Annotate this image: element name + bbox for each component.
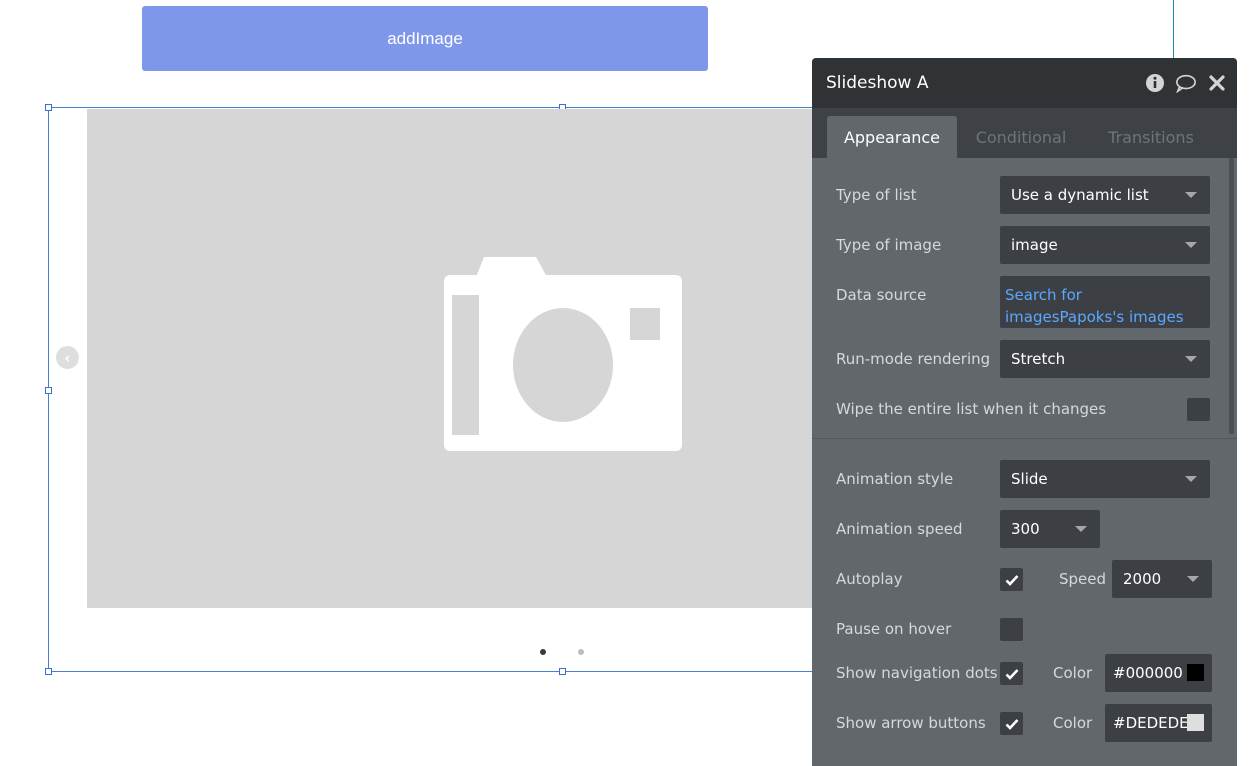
- chevron-down-icon: [1075, 526, 1087, 532]
- panel-title: Slideshow A: [826, 73, 929, 93]
- nav-dots-color-label: Color: [1053, 664, 1093, 682]
- speed-label: Speed: [1059, 570, 1107, 588]
- previous-arrow-button[interactable]: ‹: [56, 346, 79, 369]
- nav-dot-active[interactable]: [540, 649, 546, 655]
- info-icon[interactable]: [1144, 72, 1166, 94]
- row-show-nav-dots: Show navigation dots Color #000000: [812, 654, 1237, 694]
- checkmark-icon: [1005, 574, 1018, 586]
- panel-tabs: Appearance Conditional Transitions: [812, 108, 1237, 158]
- arrows-color-label: Color: [1053, 714, 1093, 732]
- chevron-down-icon: [1187, 576, 1199, 582]
- show-nav-dots-checkbox[interactable]: [1000, 662, 1023, 685]
- animation-style-dropdown[interactable]: Slide: [1000, 460, 1210, 498]
- speed-value: 2000: [1123, 570, 1162, 588]
- comment-icon[interactable]: [1175, 72, 1197, 94]
- property-editor-panel: Slideshow A Appearance Conditional Trans…: [812, 58, 1237, 766]
- run-mode-label: Run-mode rendering: [836, 350, 991, 368]
- row-autoplay: Autoplay Speed 2000: [812, 560, 1237, 600]
- wipe-list-checkbox[interactable]: [1187, 398, 1210, 421]
- animation-style-value: Slide: [1011, 470, 1048, 488]
- row-data-source: Data source Search for imagesPapoks's im…: [812, 276, 1237, 328]
- animation-speed-value: 300: [1011, 520, 1040, 538]
- nav-dots-color-value: #000000: [1113, 664, 1183, 682]
- type-of-list-value: Use a dynamic list: [1011, 186, 1149, 204]
- show-arrows-checkbox[interactable]: [1000, 712, 1023, 735]
- type-of-image-label: Type of image: [836, 236, 942, 254]
- data-source-label: Data source: [836, 286, 927, 304]
- type-of-image-value: image: [1011, 236, 1058, 254]
- autoplay-label: Autoplay: [836, 570, 903, 588]
- slide-image-placeholder: [87, 109, 817, 608]
- type-of-image-dropdown[interactable]: image: [1000, 226, 1210, 264]
- chevron-down-icon: [1185, 192, 1197, 198]
- animation-speed-dropdown[interactable]: 300: [1000, 510, 1100, 548]
- nav-dots-color-picker[interactable]: #000000: [1105, 654, 1212, 692]
- arrows-color-value: #DEDEDE: [1113, 714, 1189, 732]
- tab-conditional[interactable]: Conditional: [962, 116, 1080, 158]
- row-type-of-image: Type of image image: [812, 226, 1237, 266]
- close-icon[interactable]: [1206, 72, 1228, 94]
- animation-speed-label: Animation speed: [836, 520, 963, 538]
- color-swatch: [1187, 664, 1204, 681]
- show-nav-dots-label: Show navigation dots: [836, 664, 998, 682]
- autoplay-checkbox[interactable]: [1000, 568, 1023, 591]
- resize-handle-middle-left[interactable]: [45, 387, 52, 394]
- row-pause-on-hover: Pause on hover: [812, 610, 1237, 650]
- tab-transitions[interactable]: Transitions: [1092, 116, 1210, 158]
- arrows-color-picker[interactable]: #DEDEDE: [1105, 704, 1212, 742]
- resize-handle-top-left[interactable]: [45, 104, 52, 111]
- type-of-list-dropdown[interactable]: Use a dynamic list: [1000, 176, 1210, 214]
- chevron-down-icon: [1185, 356, 1197, 362]
- nav-dot[interactable]: [578, 649, 584, 655]
- row-show-arrows: Show arrow buttons Color #DEDEDE: [812, 704, 1237, 744]
- wipe-list-label: Wipe the entire list when it changes: [836, 400, 1107, 418]
- resize-handle-bottom-center[interactable]: [559, 668, 566, 675]
- chevron-down-icon: [1185, 476, 1197, 482]
- chevron-down-icon: [1185, 242, 1197, 248]
- row-run-mode: Run-mode rendering Stretch: [812, 340, 1237, 380]
- show-arrows-label: Show arrow buttons: [836, 714, 986, 732]
- speed-dropdown[interactable]: 2000: [1112, 560, 1212, 598]
- checkmark-icon: [1005, 718, 1018, 730]
- run-mode-value: Stretch: [1011, 350, 1066, 368]
- animation-style-label: Animation style: [836, 470, 954, 488]
- checkmark-icon: [1005, 668, 1018, 680]
- row-animation-style: Animation style Slide: [812, 460, 1237, 500]
- camera-placeholder-icon: [444, 257, 682, 451]
- pause-on-hover-checkbox[interactable]: [1000, 618, 1023, 641]
- type-of-list-label: Type of list: [836, 186, 917, 204]
- panel-header: Slideshow A: [812, 58, 1237, 108]
- color-swatch: [1187, 714, 1204, 731]
- section-divider: [812, 438, 1237, 439]
- data-source-expression[interactable]: Search for imagesPapoks's images: [1000, 276, 1210, 328]
- tab-appearance[interactable]: Appearance: [827, 116, 957, 158]
- row-wipe-list: Wipe the entire list when it changes: [812, 390, 1237, 430]
- row-animation-speed: Animation speed 300: [812, 510, 1237, 550]
- row-type-of-list: Type of list Use a dynamic list: [812, 176, 1237, 216]
- guide-line: [1173, 0, 1174, 58]
- run-mode-dropdown[interactable]: Stretch: [1000, 340, 1210, 378]
- resize-handle-bottom-left[interactable]: [45, 668, 52, 675]
- pause-on-hover-label: Pause on hover: [836, 620, 952, 638]
- add-image-button[interactable]: addImage: [142, 6, 708, 71]
